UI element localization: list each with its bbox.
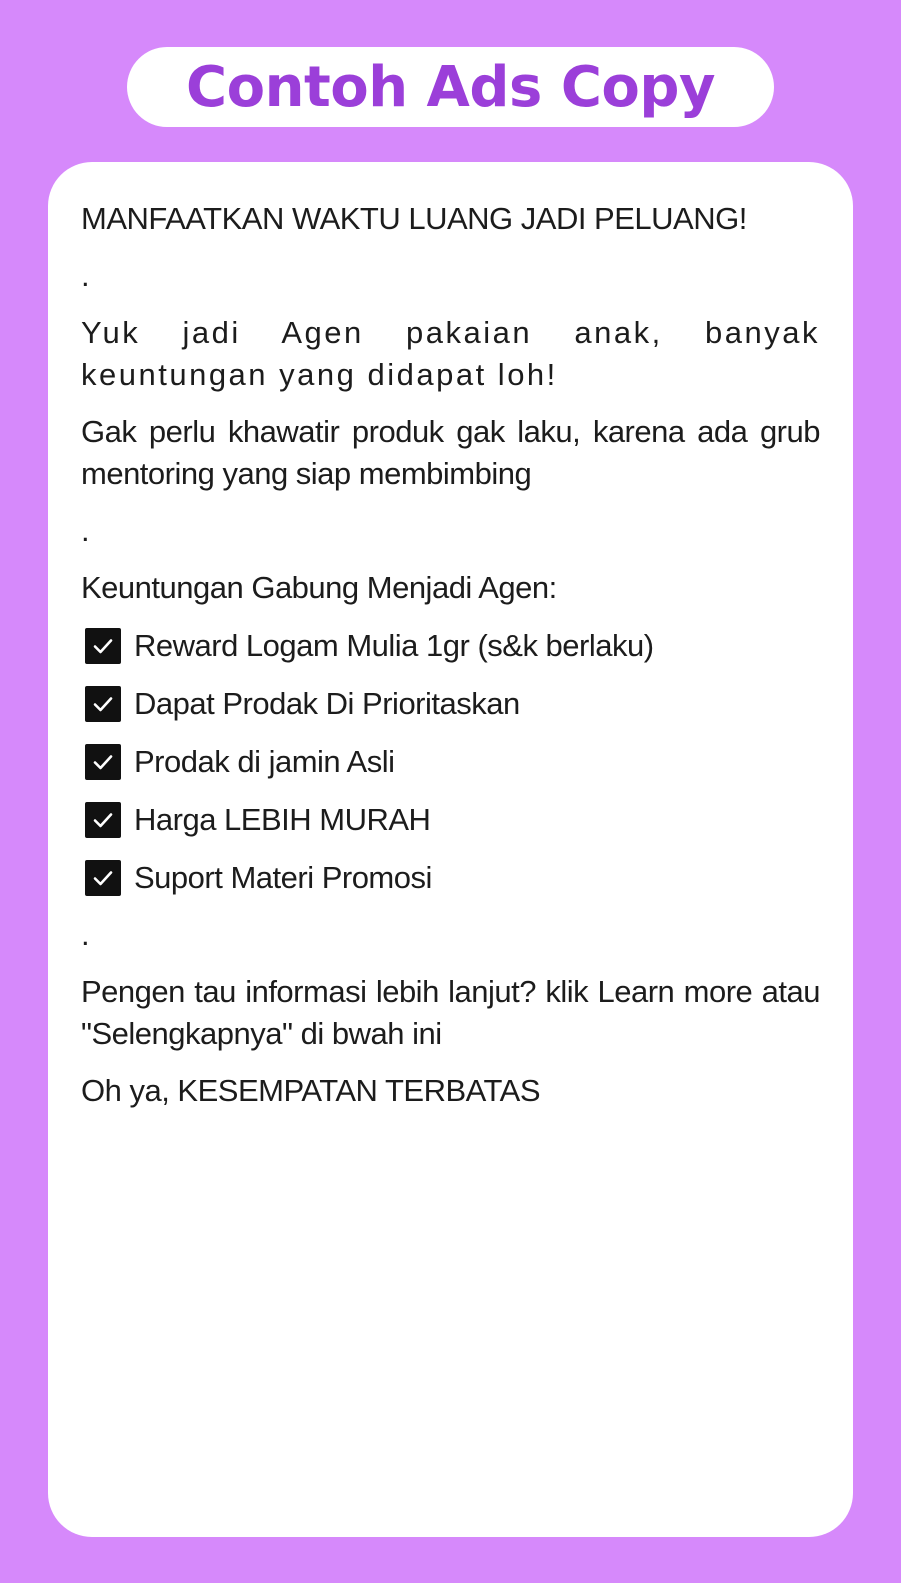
check-mark-icon <box>85 744 121 780</box>
ad-copy-card: MANFAATKAN WAKTU LUANG JADI PELUANG! . Y… <box>48 162 853 1537</box>
ad-cta: Pengen tau informasi lebih lanjut? klik … <box>81 974 821 1051</box>
benefits-heading: Keuntungan Gabung Menjadi Agen: <box>81 570 557 605</box>
check-mark-icon <box>85 628 121 664</box>
ad-closing: Oh ya, KESEMPATAN TERBATAS <box>81 1073 541 1108</box>
benefit-item: Prodak di jamin Asli <box>81 740 820 784</box>
page-title: Contoh Ads Copy <box>186 54 715 120</box>
title-banner: Contoh Ads Copy <box>127 47 774 127</box>
check-mark-icon <box>85 860 121 896</box>
benefit-item: Suport Materi Promosi <box>81 856 820 900</box>
benefit-label: Dapat Prodak Di Prioritaskan <box>134 686 520 721</box>
check-mark-icon <box>85 686 121 722</box>
separator-dot: . <box>81 917 90 952</box>
benefit-label: Prodak di jamin Asli <box>134 744 395 779</box>
ad-reassurance: Gak perlu khawatir produk gak laku, kare… <box>81 414 821 491</box>
benefits-list: Reward Logam Mulia 1gr (s&k berlaku) Dap… <box>81 624 820 900</box>
benefit-label: Reward Logam Mulia 1gr (s&k berlaku) <box>134 628 654 663</box>
ad-intro: Yuk jadi Agen pakaian anak, banyak keunt… <box>81 315 820 392</box>
separator-dot: . <box>81 258 90 293</box>
benefit-label: Suport Materi Promosi <box>134 860 432 895</box>
benefit-item: Dapat Prodak Di Prioritaskan <box>81 682 820 726</box>
check-mark-icon <box>85 802 121 838</box>
benefit-label: Harga LEBIH MURAH <box>134 802 431 837</box>
separator-dot: . <box>81 513 90 548</box>
benefit-item: Harga LEBIH MURAH <box>81 798 820 842</box>
benefit-item: Reward Logam Mulia 1gr (s&k berlaku) <box>81 624 820 668</box>
ad-headline: MANFAATKAN WAKTU LUANG JADI PELUANG! <box>81 201 747 236</box>
